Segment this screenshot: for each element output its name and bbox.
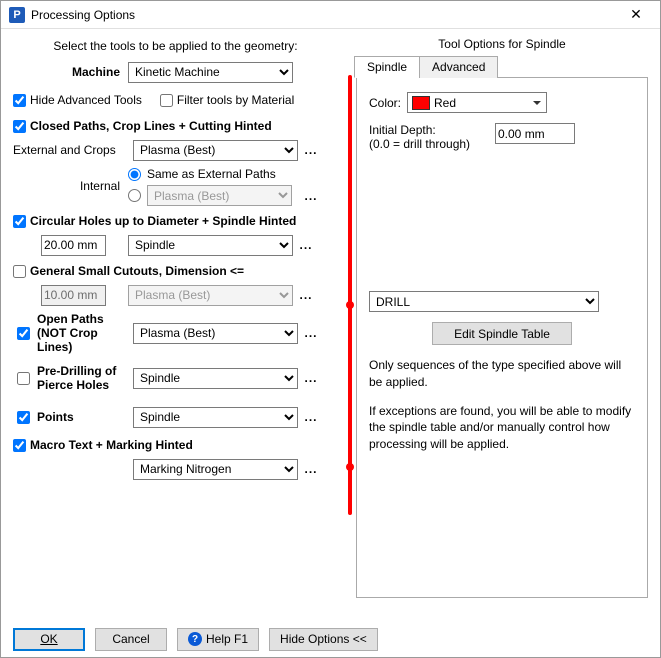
tab-spindle[interactable]: Spindle [354,56,420,78]
open-paths-checkbox[interactable] [17,327,30,340]
tab-strip: Spindle Advanced [354,55,648,78]
processing-options-dialog: P Processing Options ✕ Select the tools … [0,0,661,658]
internal-same-label: Same as External Paths [147,167,276,181]
open-paths-more-button[interactable]: ... [302,326,320,340]
color-select[interactable]: Red [407,92,547,113]
tab-advanced[interactable]: Advanced [419,56,498,78]
machine-label: Machine [13,65,128,79]
dialog-button-bar: OK Cancel ? Help F1 Hide Options << [1,621,660,657]
points-checkbox[interactable] [17,411,30,424]
help-icon: ? [188,632,202,646]
small-cutouts-more-button[interactable]: ... [297,288,315,302]
right-pane: Tool Options for Spindle Spindle Advance… [348,29,660,621]
closed-paths-checkbox[interactable] [13,120,26,133]
macro-text-checkbox[interactable] [13,439,26,452]
initial-depth-input[interactable] [495,123,575,144]
ok-button[interactable]: OK [13,628,85,651]
internal-tool-select[interactable]: Plasma (Best) [147,185,292,206]
circular-holes-label: Circular Holes up to Diameter + Spindle … [30,214,296,228]
open-paths-tool-select[interactable]: Plasma (Best) [133,323,298,344]
predrill-label: Pre-Drilling of Pierce Holes [37,364,133,392]
color-label: Color: [369,96,401,110]
window-title: Processing Options [31,8,616,22]
depth-label-2: (0.0 = drill through) [369,137,489,151]
hide-options-button[interactable]: Hide Options << [269,628,378,651]
circular-diameter-input[interactable] [41,235,106,256]
closed-paths-label: Closed Paths, Crop Lines + Cutting Hinte… [30,119,272,133]
depth-label-1: Initial Depth: [369,123,489,137]
machine-select[interactable]: Kinetic Machine [128,62,293,83]
internal-custom-radio[interactable] [128,189,141,202]
small-cutouts-tool-select[interactable]: Plasma (Best) [128,285,293,306]
edit-spindle-table-button[interactable]: Edit Spindle Table [432,322,572,345]
cancel-button[interactable]: Cancel [95,628,167,651]
internal-label: Internal [13,167,128,193]
help-button[interactable]: ? Help F1 [177,628,259,651]
external-tool-select[interactable]: Plasma (Best) [133,140,298,161]
color-name: Red [434,96,456,110]
open-paths-label: Open Paths (NOT Crop Lines) [37,312,133,354]
points-label: Points [37,410,74,424]
points-tool-select[interactable]: Spindle [133,407,298,428]
macro-text-label: Macro Text + Marking Hinted [30,438,193,452]
sequence-note-1: Only sequences of the type specified abo… [369,357,635,391]
internal-same-radio[interactable] [128,168,141,181]
small-cutouts-checkbox[interactable] [13,265,26,278]
circular-holes-checkbox[interactable] [13,215,26,228]
predrill-tool-select[interactable]: Spindle [133,368,298,389]
internal-more-button[interactable]: ... [302,189,320,203]
predrill-checkbox[interactable] [17,372,30,385]
hide-advanced-input[interactable] [13,94,26,107]
macro-tool-select[interactable]: Marking Nitrogen [133,459,298,480]
sequence-note-2: If exceptions are found, you will be abl… [369,403,635,453]
color-swatch-icon [412,96,430,110]
instruction-text: Select the tools to be applied to the ge… [13,37,338,61]
filter-material-input[interactable] [160,94,173,107]
external-label: External and Crops [13,143,133,157]
tool-options-header: Tool Options for Spindle [356,37,648,51]
external-more-button[interactable]: ... [302,143,320,157]
small-cutouts-dim-input[interactable] [41,285,106,306]
hide-advanced-checkbox[interactable]: Hide Advanced Tools [13,93,142,107]
circular-tool-select[interactable]: Spindle [128,235,293,256]
left-pane: Select the tools to be applied to the ge… [1,29,348,621]
link-indicator-bar [348,75,352,515]
close-button[interactable]: ✕ [616,1,656,29]
sequence-type-select[interactable]: DRILL [369,291,599,312]
titlebar: P Processing Options ✕ [1,1,660,29]
spindle-tab-panel: Color: Red Initial Depth: (0.0 = drill t… [356,78,648,598]
small-cutouts-label: General Small Cutouts, Dimension <= [30,264,244,278]
points-more-button[interactable]: ... [302,410,320,424]
app-icon: P [9,7,25,23]
predrill-more-button[interactable]: ... [302,371,320,385]
filter-material-checkbox[interactable]: Filter tools by Material [160,93,294,107]
macro-more-button[interactable]: ... [302,462,320,476]
circular-more-button[interactable]: ... [297,238,315,252]
